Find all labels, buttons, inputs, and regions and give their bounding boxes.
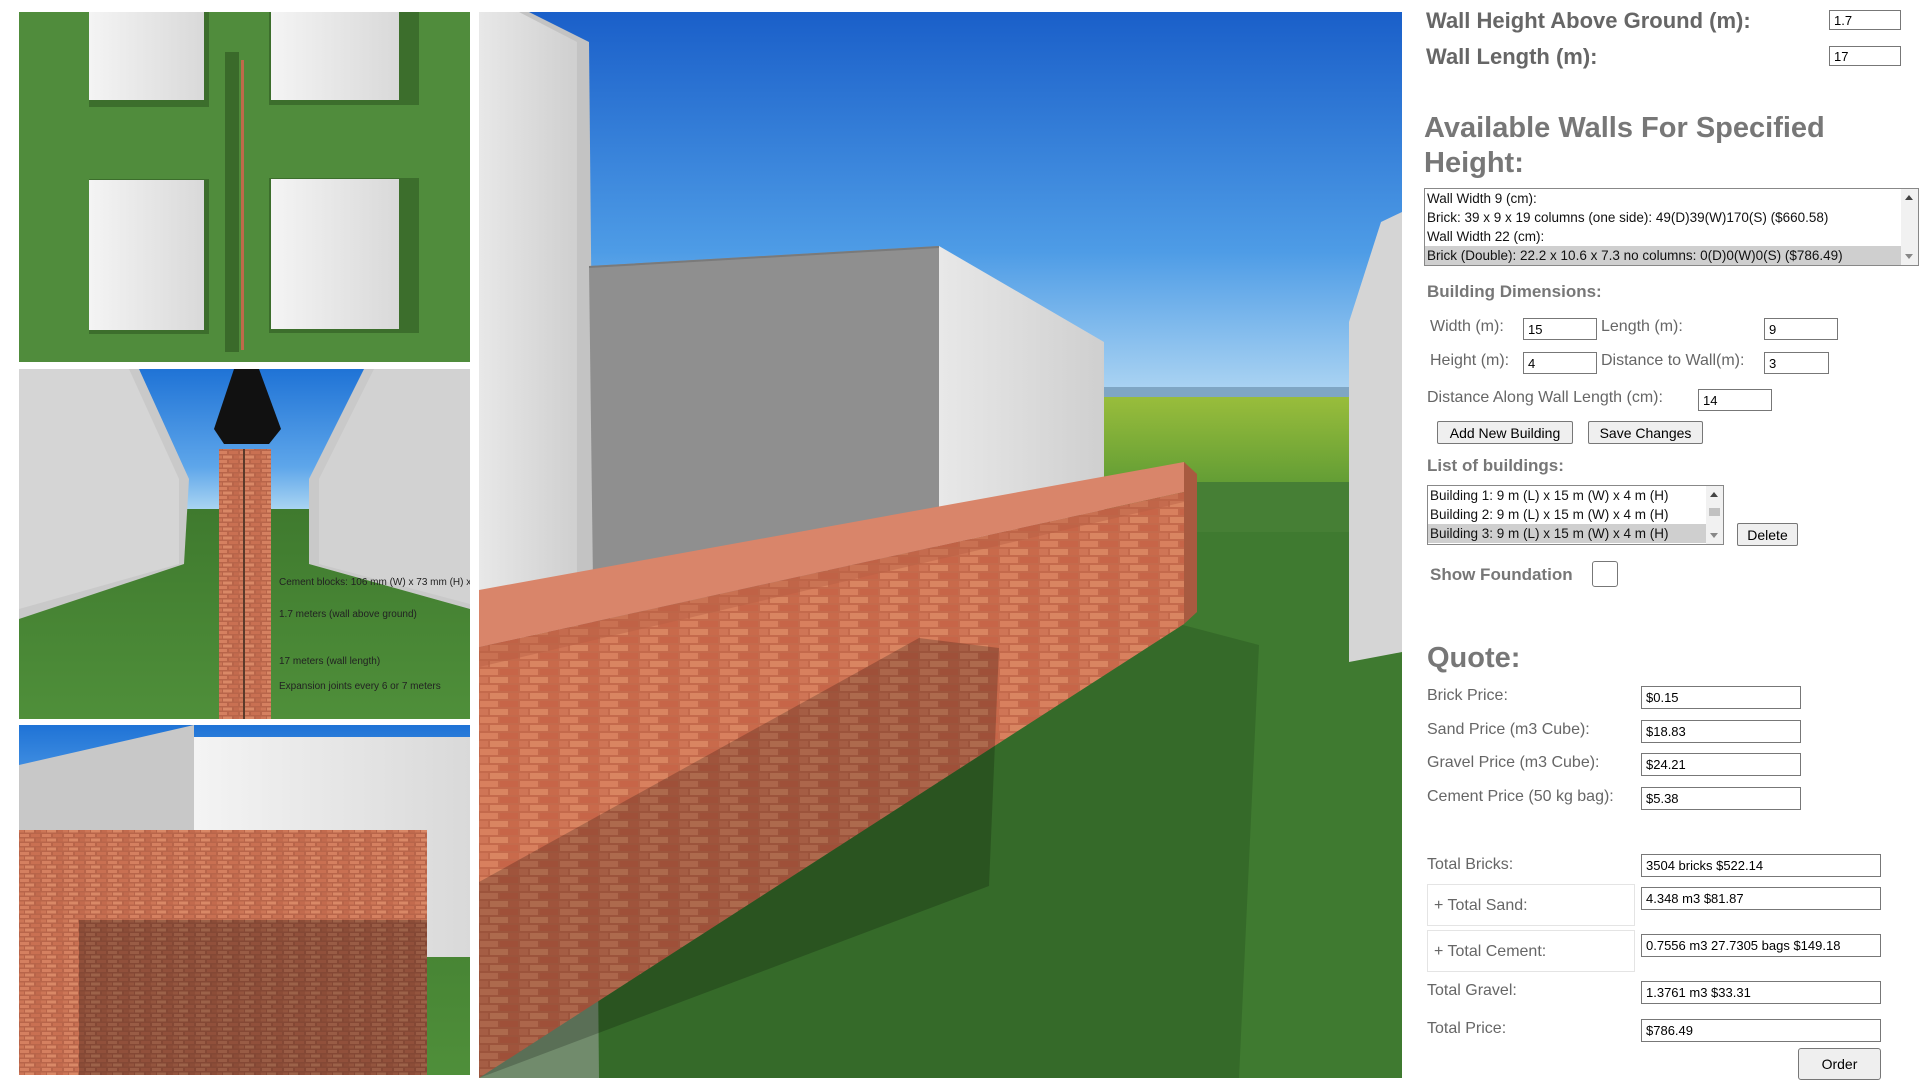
- building-height-label: Height (m):: [1430, 352, 1510, 369]
- brick-price-label: Brick Price:: [1427, 687, 1508, 704]
- building-item-selected[interactable]: Building 3: 9 m (L) x 15 m (W) x 4 m (H): [1428, 524, 1723, 543]
- scroll-up-icon[interactable]: [1710, 492, 1718, 497]
- sand-price-input[interactable]: [1641, 720, 1801, 743]
- total-sand-output: [1641, 887, 1881, 910]
- scrollbar[interactable]: [1706, 486, 1723, 544]
- sand-price-label: Sand Price (m3 Cube):: [1427, 721, 1590, 738]
- total-cement-label: + Total Cement:: [1427, 930, 1635, 972]
- quote-heading: Quote:: [1427, 642, 1521, 674]
- side-view-viewport[interactable]: Cement blocks: 106 mm (W) x 73 mm (H) x …: [19, 369, 470, 719]
- total-bricks-label: Total Bricks:: [1427, 856, 1514, 873]
- show-foundation-label: Show Foundation: [1430, 565, 1573, 584]
- wall-height-label: Wall Height Above Ground (m):: [1426, 8, 1751, 33]
- building-length-label: Length (m):: [1601, 318, 1683, 335]
- top-view-viewport[interactable]: [19, 12, 470, 362]
- perspective-viewport[interactable]: [479, 12, 1402, 1078]
- wall-option[interactable]: Wall Width 22 (cm):: [1425, 227, 1918, 246]
- building-dimensions-heading: Building Dimensions:: [1427, 282, 1602, 301]
- front-view-viewport[interactable]: [19, 725, 470, 1075]
- scrollbar[interactable]: [1901, 189, 1918, 265]
- scroll-down-icon[interactable]: [1905, 254, 1913, 259]
- scroll-up-icon[interactable]: [1905, 195, 1913, 200]
- distance-along-input[interactable]: [1698, 389, 1772, 411]
- total-cement-output: [1641, 934, 1881, 957]
- annotation-blocks: Cement blocks: 106 mm (W) x 73 mm (H) x …: [279, 577, 470, 588]
- wall-option[interactable]: Brick: 39 x 9 x 19 columns (one side): 4…: [1425, 208, 1918, 227]
- scroll-down-icon[interactable]: [1710, 533, 1718, 538]
- save-changes-button[interactable]: Save Changes: [1588, 421, 1703, 444]
- total-gravel-label: Total Gravel:: [1427, 982, 1517, 999]
- buildings-list-heading: List of buildings:: [1427, 456, 1564, 475]
- cement-price-label: Cement Price (50 kg bag):: [1427, 788, 1614, 805]
- wall-length-label: Wall Length (m):: [1426, 44, 1598, 69]
- gravel-price-input[interactable]: [1641, 753, 1801, 776]
- available-walls-list[interactable]: Wall Width 9 (cm): Brick: 39 x 9 x 19 co…: [1424, 188, 1919, 266]
- building-height-input[interactable]: [1523, 352, 1597, 374]
- building-item[interactable]: Building 1: 9 m (L) x 15 m (W) x 4 m (H): [1428, 486, 1723, 505]
- building-roof: [271, 12, 399, 100]
- wall-length-input[interactable]: [1829, 46, 1901, 66]
- wall-option-selected[interactable]: Brick (Double): 22.2 x 10.6 x 7.3 no col…: [1425, 246, 1918, 265]
- wall-height-input[interactable]: [1829, 10, 1901, 30]
- total-sand-label: + Total Sand:: [1427, 884, 1635, 926]
- total-bricks-output: [1641, 854, 1881, 877]
- cement-price-input[interactable]: [1641, 787, 1801, 810]
- scroll-thumb[interactable]: [1709, 508, 1720, 516]
- settings-panel: Wall Height Above Ground (m): Wall Lengt…: [1420, 0, 1920, 1080]
- total-gravel-output: [1641, 981, 1881, 1004]
- building-roof: [89, 12, 204, 100]
- gravel-price-label: Gravel Price (m3 Cube):: [1427, 754, 1600, 771]
- distance-to-wall-input[interactable]: [1764, 352, 1829, 374]
- wall-top: [241, 60, 244, 350]
- brick-price-input[interactable]: [1641, 686, 1801, 709]
- wall-option[interactable]: Wall Width 9 (cm):: [1425, 189, 1918, 208]
- annotation-length: 17 meters (wall length): [279, 656, 380, 667]
- total-price-label: Total Price:: [1427, 1020, 1507, 1037]
- add-building-button[interactable]: Add New Building: [1437, 421, 1573, 444]
- show-foundation-checkbox[interactable]: [1592, 561, 1618, 587]
- building-width-label: Width (m):: [1430, 318, 1504, 335]
- available-walls-heading: Available Walls For Specified Height:: [1424, 112, 1825, 179]
- delete-building-button[interactable]: Delete: [1737, 523, 1798, 546]
- distance-along-label: Distance Along Wall Length (cm):: [1427, 389, 1663, 406]
- building-width-input[interactable]: [1523, 318, 1597, 340]
- order-button[interactable]: Order: [1798, 1048, 1881, 1080]
- building-item[interactable]: Building 2: 9 m (L) x 15 m (W) x 4 m (H): [1428, 505, 1723, 524]
- annotation-joints: Expansion joints every 6 or 7 meters: [279, 681, 441, 692]
- buildings-list[interactable]: Building 1: 9 m (L) x 15 m (W) x 4 m (H)…: [1427, 485, 1724, 545]
- total-price-output: [1641, 1019, 1881, 1042]
- building-length-input[interactable]: [1764, 318, 1838, 340]
- building-roof: [89, 180, 204, 330]
- distance-to-wall-label: Distance to Wall(m):: [1601, 352, 1745, 369]
- annotation-height: 1.7 meters (wall above ground): [279, 609, 417, 620]
- building-roof: [271, 179, 399, 329]
